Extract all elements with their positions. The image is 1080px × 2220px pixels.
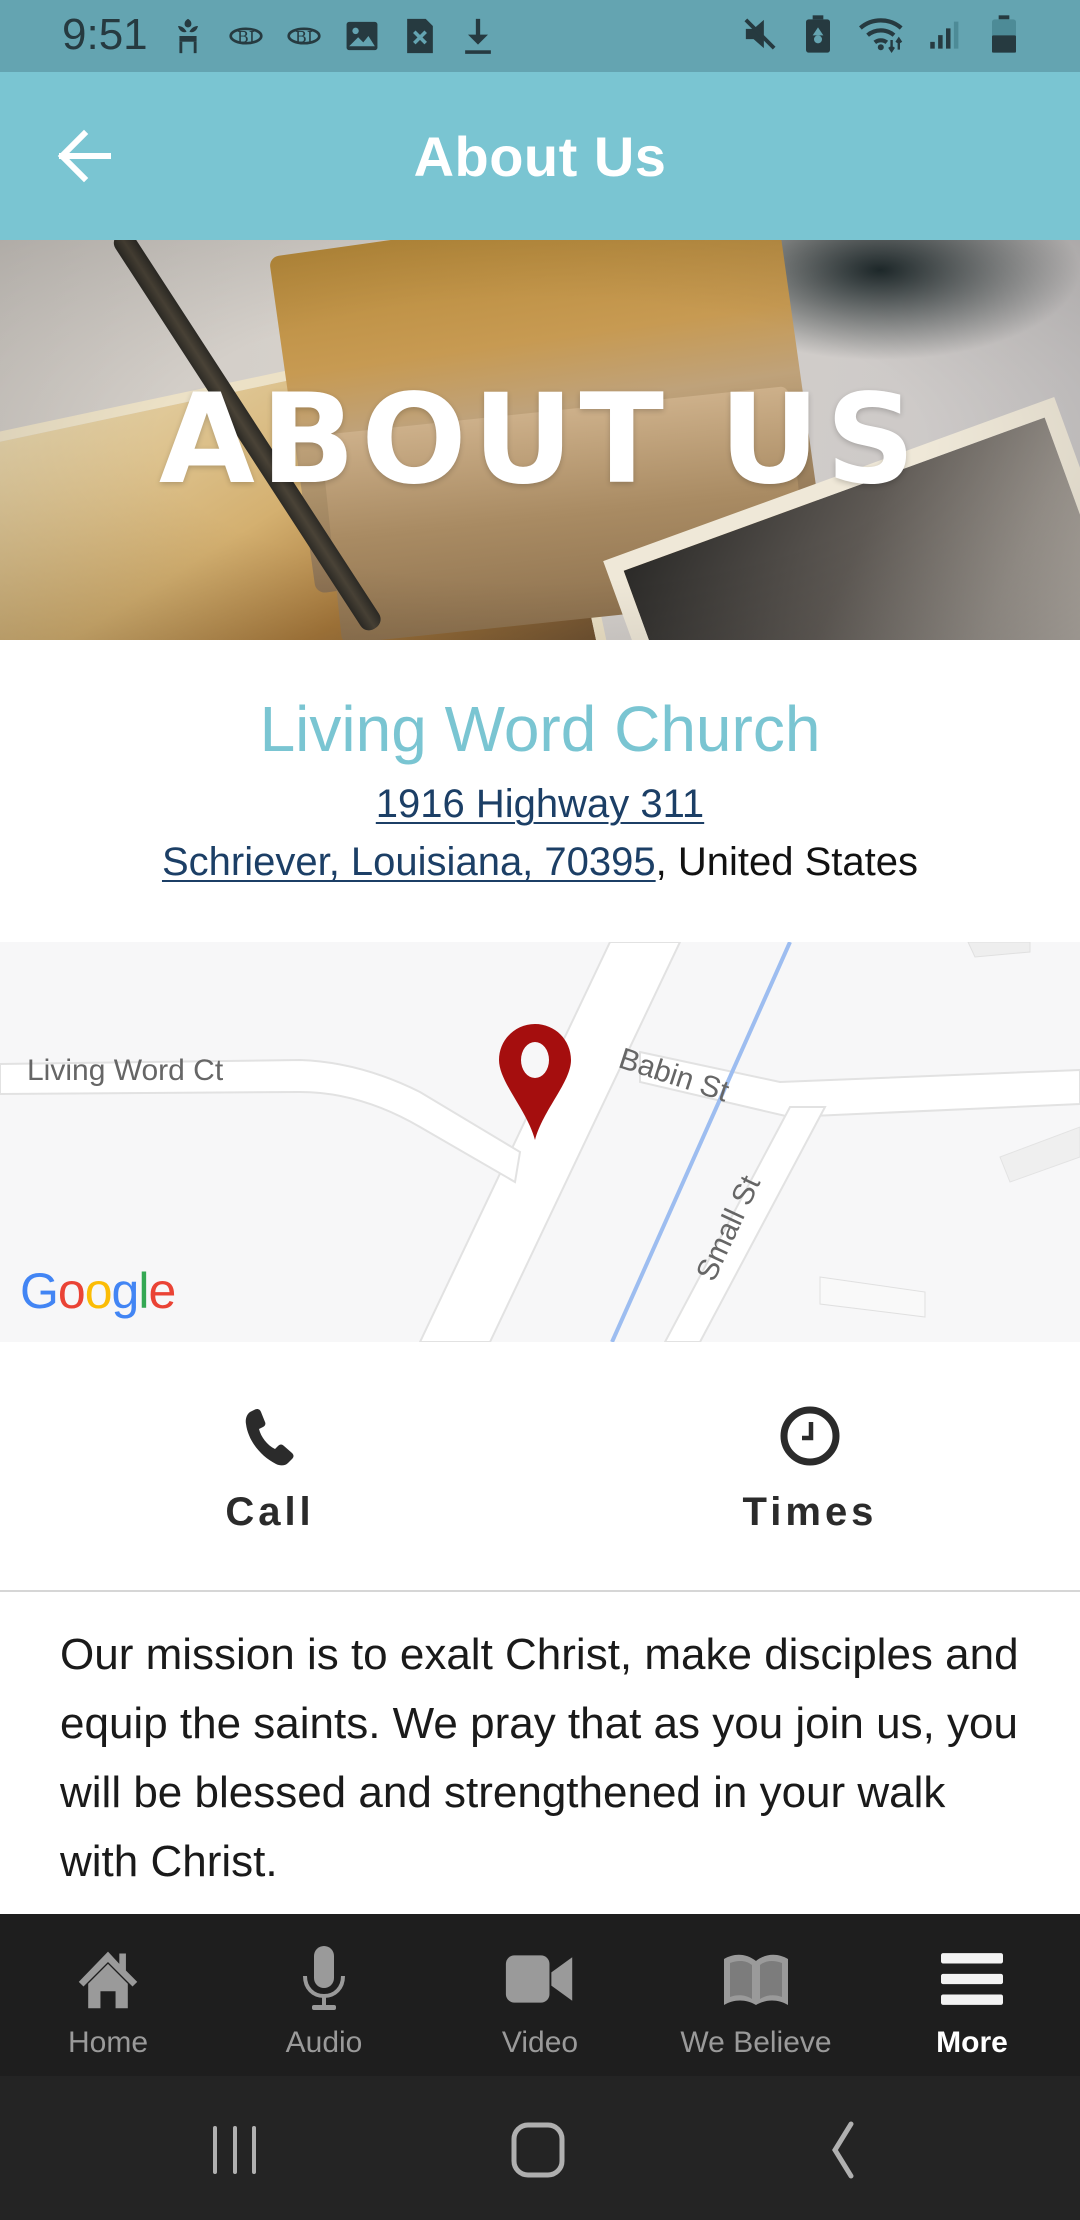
open-book-icon xyxy=(716,1944,796,2014)
app-bar: About Us xyxy=(0,72,1080,240)
sync-notification-icon: BI xyxy=(286,16,322,56)
bottom-nav: Home Audio Video We Believe More xyxy=(0,1914,1080,2076)
google-logo: Google xyxy=(20,1263,176,1319)
mute-icon xyxy=(742,14,778,54)
svg-text:BI: BI xyxy=(295,27,313,46)
call-label: Call xyxy=(225,1490,315,1534)
map[interactable]: Living Word Ct Babin St Small St Google xyxy=(0,942,1080,1342)
system-nav-bar xyxy=(0,2076,1080,2220)
home-button-icon[interactable] xyxy=(508,2120,568,2180)
church-info: Living Word Church 1916 Highway 311 Schr… xyxy=(0,640,1080,942)
address-country: , United States xyxy=(655,840,919,884)
svg-text:BI: BI xyxy=(237,27,255,46)
address-city-link[interactable]: Schriever, Louisiana, 70395 xyxy=(162,840,656,884)
times-label: Times xyxy=(742,1490,878,1534)
wifi-icon xyxy=(858,14,906,54)
map-pin-icon[interactable] xyxy=(497,1022,573,1142)
address-line-2: Schriever, Louisiana, 70395, United Stat… xyxy=(0,840,1080,885)
mission-text: Our mission is to exalt Christ, make dis… xyxy=(60,1630,1019,1886)
sync-notification-icon: BI xyxy=(228,16,264,56)
nav-video[interactable]: Video xyxy=(432,1914,648,2076)
signal-icon xyxy=(928,14,964,54)
home-icon xyxy=(68,1944,148,2014)
status-time: 9:51 xyxy=(62,10,148,59)
hero-banner: ABOUT US xyxy=(0,240,1080,640)
battery-icon xyxy=(986,14,1022,54)
action-buttons: Call Times xyxy=(0,1342,1080,1592)
times-button[interactable]: Times xyxy=(540,1342,1080,1590)
menu-icon xyxy=(932,1944,1012,2014)
status-bar: 9:51 BI BI xyxy=(0,0,1080,72)
recents-icon[interactable] xyxy=(206,2120,266,2180)
image-notification-icon xyxy=(344,16,380,56)
phone-icon xyxy=(245,1408,294,1466)
microphone-icon xyxy=(284,1944,364,2014)
notification-icons: BI BI xyxy=(170,16,496,56)
building xyxy=(967,942,1031,958)
building xyxy=(819,1276,926,1318)
sim-error-icon xyxy=(402,16,438,56)
back-chevron-icon[interactable] xyxy=(815,2120,875,2180)
page-title: About Us xyxy=(413,125,667,188)
address-street-link[interactable]: 1916 Highway 311 xyxy=(376,782,704,826)
nav-we-believe[interactable]: We Believe xyxy=(648,1914,864,2076)
battery-saver-icon xyxy=(800,14,836,54)
hero-title: ABOUT US xyxy=(158,368,922,512)
system-status-icons xyxy=(742,14,1022,54)
clock-icon xyxy=(780,1406,840,1466)
nav-audio[interactable]: Audio xyxy=(216,1914,432,2076)
plant-notification-icon xyxy=(170,16,206,56)
call-button[interactable]: Call xyxy=(0,1342,540,1590)
building xyxy=(999,1126,1080,1183)
nav-more[interactable]: More xyxy=(864,1914,1080,2076)
download-icon xyxy=(460,16,496,56)
nav-home[interactable]: Home xyxy=(0,1914,216,2076)
map-label-living-word-ct: Living Word Ct xyxy=(27,1054,224,1087)
address-line-1: 1916 Highway 311 xyxy=(0,782,1080,827)
video-camera-icon xyxy=(500,1944,580,2014)
church-name: Living Word Church xyxy=(259,693,821,765)
